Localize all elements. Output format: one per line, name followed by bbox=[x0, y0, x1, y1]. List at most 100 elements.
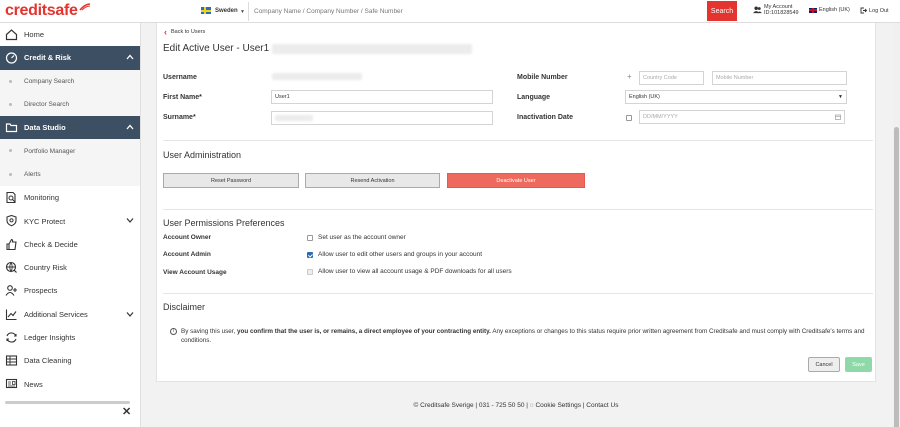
deactivate-user-button[interactable]: Deactivate User bbox=[447, 173, 585, 188]
contact-us-link[interactable]: Contact Us bbox=[586, 402, 618, 409]
news-icon bbox=[5, 379, 18, 389]
logout-label: Log Out bbox=[869, 7, 889, 14]
disclaimer-text: By saving this user, you confirm that th… bbox=[181, 327, 871, 345]
country-selector[interactable]: Sweden bbox=[215, 8, 238, 14]
my-account[interactable]: My Account ID:101828549 bbox=[753, 4, 799, 16]
sidebar-item-label: Portfolio Manager bbox=[24, 147, 76, 155]
surname-field[interactable] bbox=[271, 111, 493, 125]
search-button[interactable]: Search bbox=[707, 1, 737, 21]
sidebar-scrollbar[interactable] bbox=[5, 401, 130, 404]
sidebar-item-label: Credit & Risk bbox=[24, 53, 72, 63]
logo-swoosh-icon bbox=[78, 3, 90, 11]
chevron-left-icon: ‹ bbox=[164, 27, 167, 37]
footer: © Creditsafe Sverige | 031 - 725 50 50 |… bbox=[141, 402, 891, 409]
sidebar-item-kyc-protect[interactable]: KYC Protect bbox=[0, 209, 140, 232]
sidebar-item-label: Monitoring bbox=[24, 193, 60, 203]
sidebar-item-label: Director Search bbox=[24, 101, 70, 109]
sidebar-item-label: Alerts bbox=[24, 170, 41, 178]
sidebar-item-check-decide[interactable]: Check & Decide bbox=[0, 233, 140, 256]
creditsafe-logo[interactable]: creditsafe bbox=[0, 0, 142, 23]
disclaimer-bold: you confirm that the user is, or remains… bbox=[237, 328, 491, 335]
sidebar-item-additional-services[interactable]: Additional Services bbox=[0, 303, 140, 326]
table-icon bbox=[5, 355, 18, 366]
language-label: English (UK) bbox=[819, 7, 850, 13]
sidebar: Home Credit & Risk Company Search Direct… bbox=[0, 23, 141, 427]
account-admin-text: Allow user to edit other users and group… bbox=[318, 251, 483, 258]
mobile-label: Mobile Number bbox=[517, 74, 568, 81]
sidebar-item-monitoring[interactable]: Monitoring bbox=[0, 186, 140, 209]
sidebar-item-alerts[interactable]: Alerts bbox=[0, 162, 140, 187]
mobile-number-field[interactable] bbox=[712, 71, 847, 85]
search-input[interactable] bbox=[248, 2, 707, 21]
sidebar-item-news[interactable]: News bbox=[0, 372, 140, 395]
sidebar-item-label: News bbox=[24, 379, 43, 389]
view-account-usage-text: Allow user to view all account usage & P… bbox=[318, 268, 512, 275]
sidebar-item-portfolio-manager[interactable]: Portfolio Manager bbox=[0, 139, 140, 163]
caret-down-icon[interactable]: ▼ bbox=[240, 9, 245, 15]
sidebar-item-data-cleaning[interactable]: Data Cleaning bbox=[0, 349, 140, 372]
user-plus-icon bbox=[5, 285, 17, 297]
language-selector[interactable]: English (UK) bbox=[809, 7, 850, 13]
disclaimer-start: By saving this user, bbox=[181, 328, 237, 335]
user-administration-title: User Administration bbox=[163, 150, 242, 160]
account-owner-label: Account Owner bbox=[163, 234, 212, 241]
calendar-icon[interactable] bbox=[835, 114, 841, 120]
redacted-surname bbox=[275, 115, 313, 121]
logout-link[interactable]: Log Out bbox=[860, 7, 889, 14]
sidebar-item-ledger-insights[interactable]: Ledger Insights bbox=[0, 326, 140, 349]
shield-icon bbox=[6, 215, 17, 227]
chevron-down-icon[interactable] bbox=[126, 311, 134, 317]
language-select[interactable]: English (UK) ▼ bbox=[625, 90, 847, 104]
inactivation-checkbox[interactable] bbox=[626, 115, 632, 121]
info-icon: i bbox=[170, 328, 177, 335]
back-to-users-link[interactable]: ‹ Back to Users bbox=[164, 27, 205, 37]
country-code-field[interactable] bbox=[639, 71, 704, 85]
caret-down-icon: ▼ bbox=[838, 94, 843, 100]
sidebar-item-company-search[interactable]: Company Search bbox=[0, 69, 140, 93]
account-admin-label: Account Admin bbox=[163, 251, 211, 258]
view-account-usage-label: View Account Usage bbox=[163, 269, 227, 276]
sidebar-item-label: Check & Decide bbox=[24, 239, 78, 249]
chevron-up-icon[interactable] bbox=[126, 54, 134, 60]
chevron-down-icon[interactable] bbox=[126, 217, 134, 224]
divider bbox=[163, 209, 873, 210]
resend-activation-button[interactable]: Resend Activation bbox=[305, 173, 440, 188]
first-name-field[interactable] bbox=[271, 90, 493, 104]
sidebar-item-data-studio[interactable]: Data Studio bbox=[0, 116, 140, 140]
disclaimer-title: Disclaimer bbox=[163, 302, 206, 312]
footer-separator: | bbox=[582, 402, 585, 409]
scrollbar-thumb[interactable] bbox=[894, 127, 899, 427]
cookie-settings-link[interactable]: Cookie Settings bbox=[535, 402, 581, 409]
language-value: English (UK) bbox=[629, 94, 660, 100]
sidebar-item-home[interactable]: Home bbox=[0, 23, 140, 46]
view-account-usage-checkbox[interactable] bbox=[307, 269, 313, 275]
sidebar-item-country-risk[interactable]: Country Risk bbox=[0, 256, 140, 279]
sidebar-item-label: Additional Services bbox=[24, 309, 88, 319]
users-icon bbox=[753, 6, 762, 14]
sidebar-item-prospects[interactable]: Prospects bbox=[0, 279, 140, 302]
account-owner-checkbox[interactable] bbox=[307, 235, 313, 241]
sidebar-item-credit-risk[interactable]: Credit & Risk bbox=[0, 46, 140, 70]
reset-password-button[interactable]: Reset Password bbox=[163, 173, 299, 188]
home-icon bbox=[5, 29, 18, 41]
page-title: Edit Active User - User1 bbox=[163, 43, 270, 54]
sidebar-item-director-search[interactable]: Director Search bbox=[0, 92, 140, 117]
sidebar-item-label: Ledger Insights bbox=[24, 333, 76, 342]
sidebar-item-label: Prospects bbox=[24, 286, 58, 296]
account-admin-checkbox[interactable] bbox=[307, 252, 313, 258]
monitor-search-icon bbox=[6, 192, 16, 204]
sidebar-item-label: KYC Protect bbox=[24, 216, 66, 226]
inactivation-date-label: Inactivation Date bbox=[517, 114, 574, 121]
close-icon[interactable]: ✕ bbox=[122, 405, 131, 418]
cancel-button[interactable]: Cancel bbox=[808, 357, 840, 372]
divider bbox=[163, 293, 873, 294]
inactivation-date-field[interactable]: DD/MM/YYYY bbox=[639, 110, 845, 124]
chevron-up-icon[interactable] bbox=[126, 124, 134, 130]
logo-text: creditsafe bbox=[5, 2, 78, 19]
page-scrollbar[interactable] bbox=[893, 23, 900, 427]
cookie-icon: ◌ bbox=[529, 402, 534, 409]
save-button[interactable]: Save bbox=[845, 357, 872, 372]
edit-user-card: ‹ Back to Users Edit Active User - User1… bbox=[156, 23, 876, 382]
sidebar-item-label: Home bbox=[24, 30, 45, 40]
uk-flag-icon bbox=[809, 7, 817, 13]
